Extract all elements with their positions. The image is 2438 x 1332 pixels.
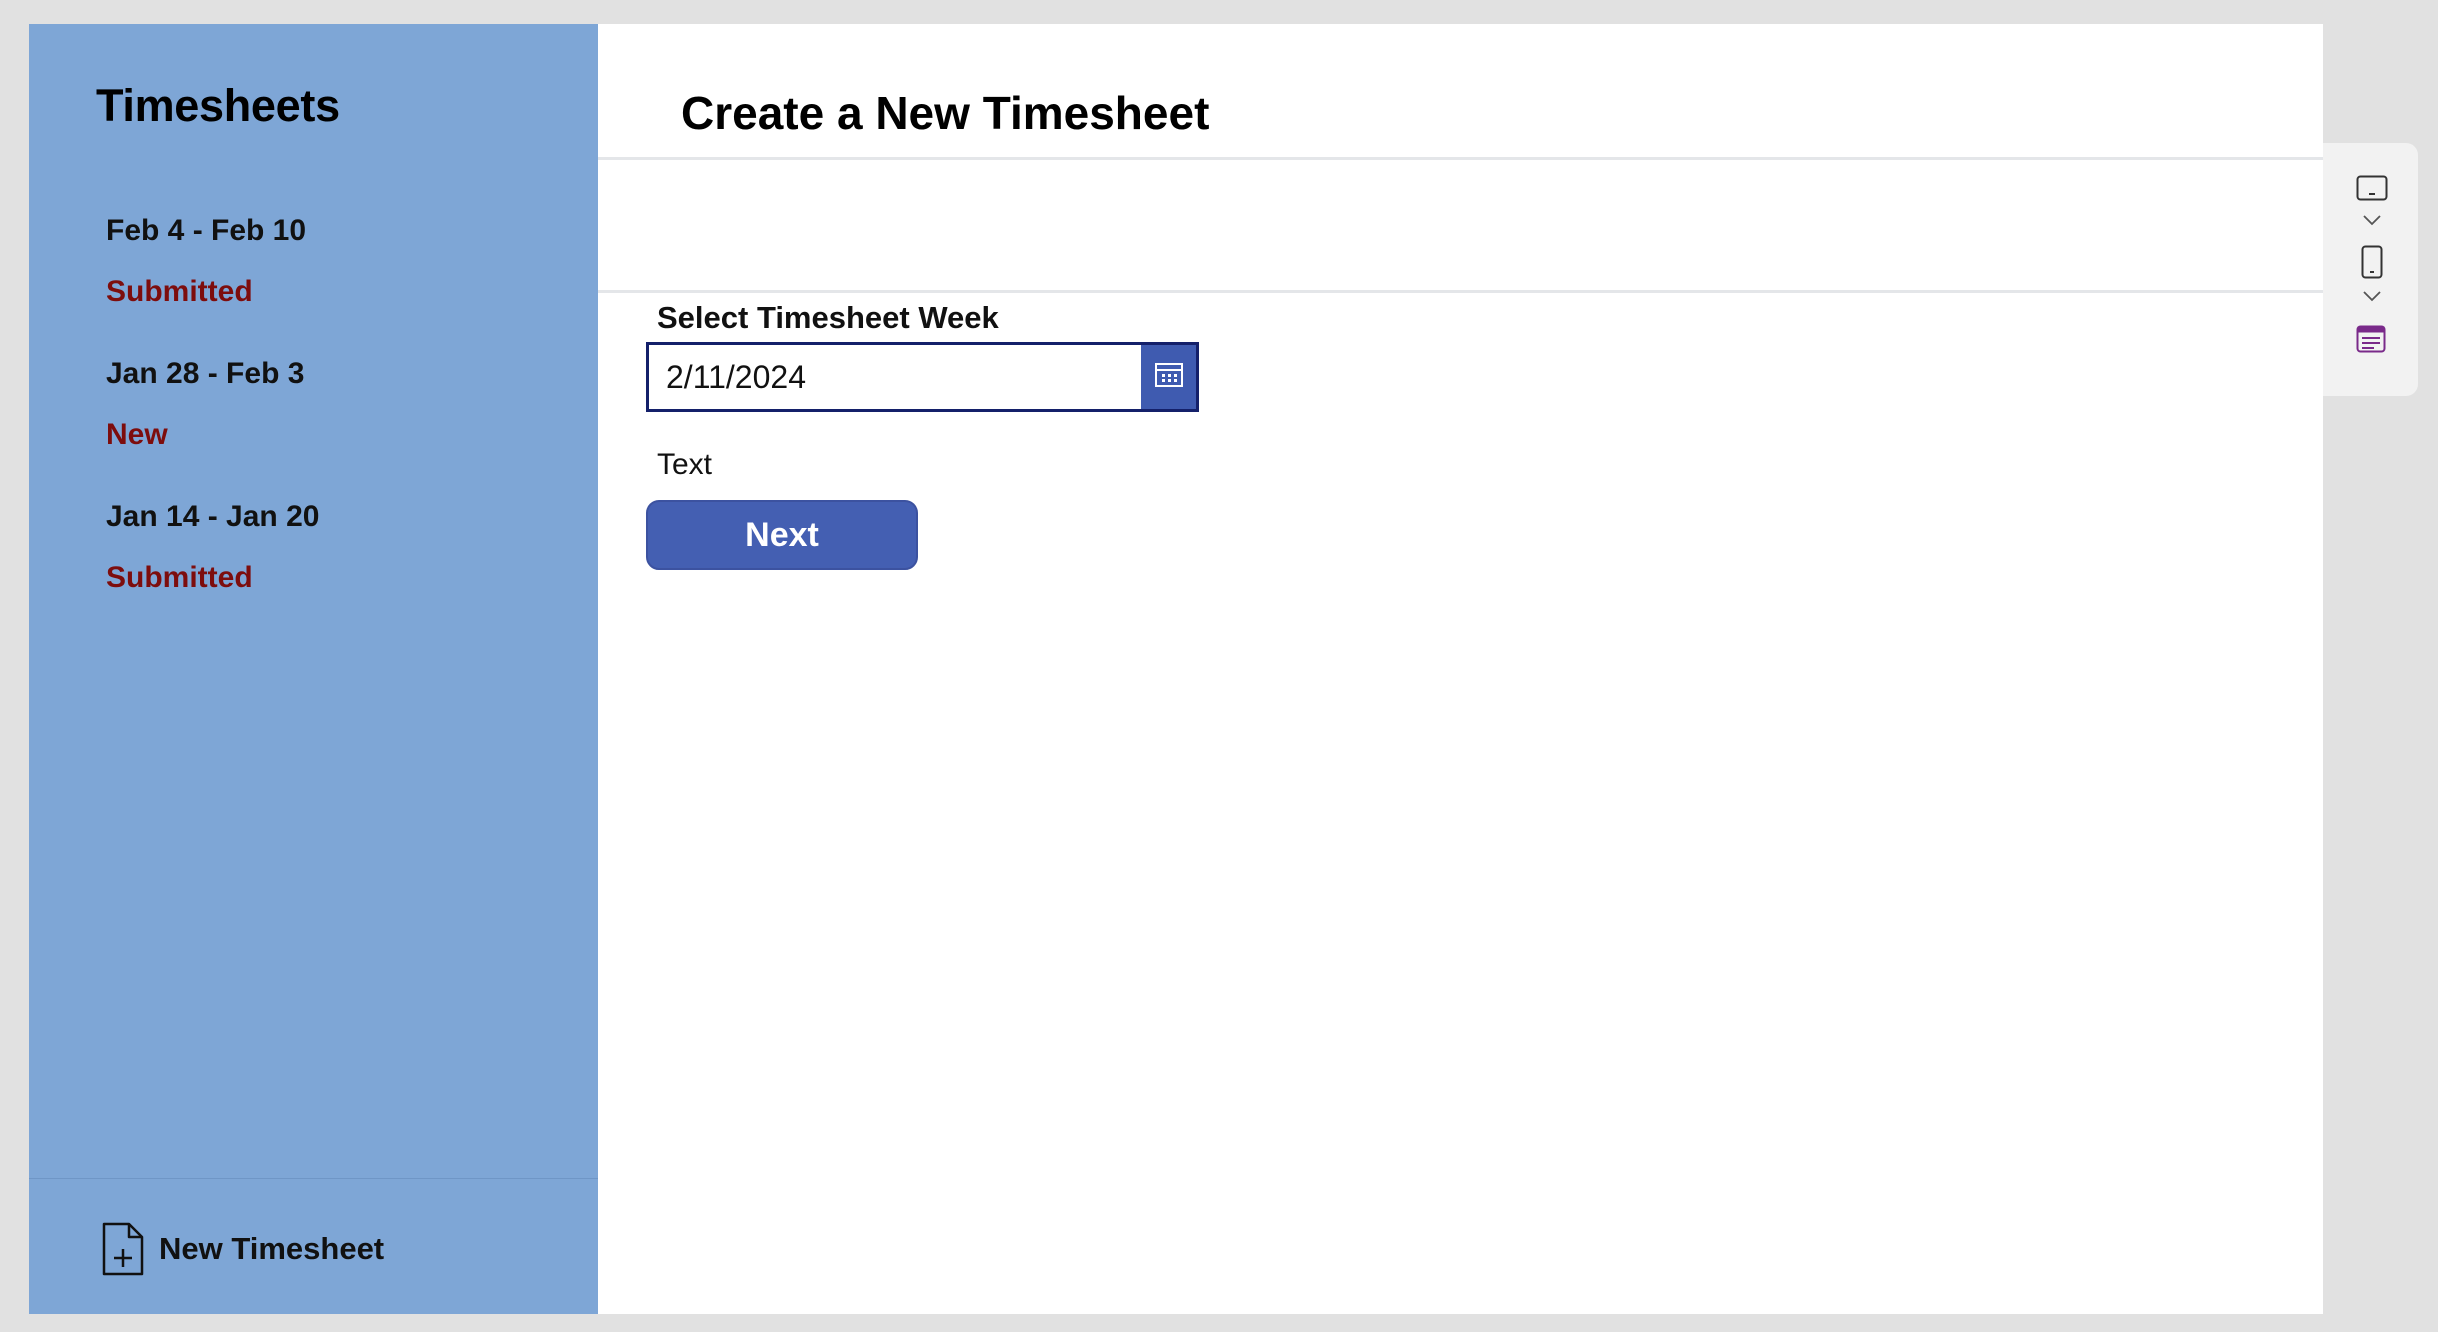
calendar-icon [1154,361,1184,394]
sidebar-title: Timesheets [96,80,340,131]
timesheet-list-item[interactable]: Feb 4 - Feb 10 Submitted [106,204,576,347]
timesheet-status: New [106,418,168,451]
text-label: Text [657,448,713,481]
app-canvas: Timesheets Feb 4 - Feb 10 Submitted Jan … [29,24,2323,1314]
phone-layout-icon[interactable] [2361,245,2383,284]
chevron-down-icon[interactable] [2362,289,2382,307]
timesheet-gallery: Feb 4 - Feb 10 Submitted Jan 28 - Feb 3 … [106,204,576,633]
timesheet-list-item[interactable]: Jan 28 - Feb 3 New [106,347,576,490]
next-button[interactable]: Next [646,500,918,570]
calendar-button[interactable] [1141,345,1196,409]
week-date-input[interactable] [649,345,1141,409]
form-icon[interactable] [2356,325,2386,358]
chevron-down-icon[interactable] [2362,213,2382,231]
main-panel: Create a New Timesheet Select Timesheet … [598,24,2323,1314]
sidebar-divider [29,1178,598,1179]
timesheet-dates: Jan 28 - Feb 3 [106,357,305,390]
week-field-label: Select Timesheet Week [657,300,999,335]
timesheet-list-item[interactable]: Jan 14 - Jan 20 Submitted [106,490,576,633]
header-divider [598,157,2323,160]
timesheet-status: Submitted [106,561,253,594]
document-add-icon [101,1222,145,1276]
timesheet-dates: Feb 4 - Feb 10 [106,214,307,247]
section-divider [598,290,2323,293]
timesheet-dates: Jan 14 - Jan 20 [106,500,320,533]
tablet-layout-icon[interactable] [2356,175,2388,206]
new-timesheet-label: New Timesheet [159,1231,385,1266]
week-date-picker[interactable] [646,342,1199,412]
sidebar: Timesheets Feb 4 - Feb 10 Submitted Jan … [29,24,598,1314]
layout-toolbar [2323,143,2418,396]
timesheet-status: Submitted [106,275,253,308]
new-timesheet-button[interactable]: New Timesheet [101,1222,384,1276]
page-title: Create a New Timesheet [681,87,1210,139]
